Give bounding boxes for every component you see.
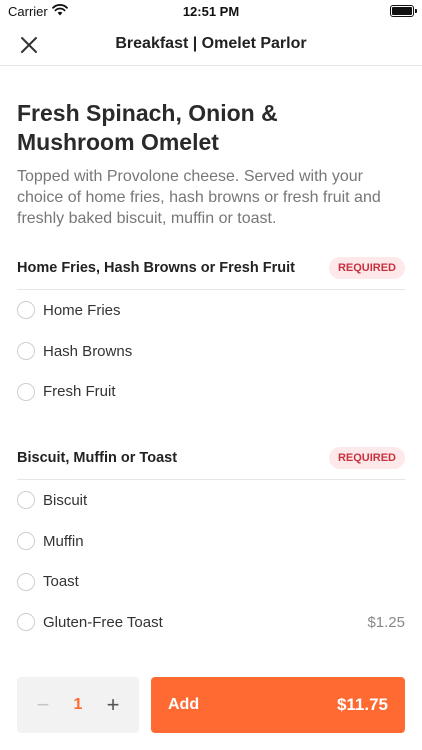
option-home-fries[interactable]: Home Fries: [17, 290, 405, 331]
item-description: Topped with Provolone cheese. Served wit…: [17, 168, 381, 227]
option-label: Biscuit: [43, 491, 88, 509]
option-label: Hash Browns: [43, 342, 133, 360]
radio-button[interactable]: [17, 572, 35, 591]
option-label: Gluten-Free Toast: [43, 613, 163, 631]
option-group-bread: Biscuit, Muffin or Toast REQUIRED Biscui…: [17, 440, 405, 643]
add-button-price: $11.75: [336, 695, 388, 714]
radio-button[interactable]: [17, 532, 35, 551]
radio-button[interactable]: [17, 342, 35, 361]
status-bar: Carrier 12:51 PM: [0, 0, 422, 24]
add-button-label: Add: [168, 696, 200, 713]
option-group-title: Home Fries, Hash Browns or Fresh Fruit: [17, 260, 295, 276]
option-label: Toast: [43, 573, 79, 591]
option-hash-browns[interactable]: Hash Browns: [17, 331, 405, 372]
status-time: 12:51 PM: [182, 4, 240, 19]
option-gluten-free-toast[interactable]: Gluten-Free Toast $1.25: [17, 602, 405, 643]
option-price: $1.25: [367, 613, 405, 631]
option-label: Fresh Fruit: [43, 383, 116, 401]
order-footer: − 1 + Add $11.75: [0, 676, 422, 750]
option-group-title: Biscuit, Muffin or Toast: [17, 450, 178, 466]
battery-icon: [390, 5, 417, 17]
option-muffin[interactable]: Muffin: [17, 521, 405, 562]
item-title: Fresh Spinach, Onion & Mushroom Omelet: [17, 100, 278, 155]
nav-title: Breakfast | Omelet Parlor: [115, 35, 307, 52]
option-group-sides: Home Fries, Hash Browns or Fresh Fruit R…: [17, 250, 405, 412]
option-toast[interactable]: Toast: [17, 561, 405, 602]
option-label: Muffin: [43, 532, 84, 550]
radio-button[interactable]: [17, 382, 35, 401]
quantity-value: 1: [73, 696, 83, 713]
required-badge: REQUIRED: [328, 257, 405, 279]
radio-button[interactable]: [17, 301, 35, 320]
add-to-order-button[interactable]: Add $11.75: [151, 677, 405, 733]
option-biscuit[interactable]: Biscuit: [17, 480, 405, 521]
required-badge: REQUIRED: [328, 447, 405, 469]
option-label: Home Fries: [43, 301, 121, 319]
radio-button[interactable]: [17, 491, 35, 510]
option-group-header: Biscuit, Muffin or Toast REQUIRED: [17, 440, 405, 480]
option-fresh-fruit[interactable]: Fresh Fruit: [17, 371, 405, 412]
quantity-stepper: − 1 +: [17, 677, 139, 733]
decrement-button[interactable]: −: [27, 689, 59, 721]
radio-button[interactable]: [17, 613, 35, 632]
option-group-header: Home Fries, Hash Browns or Fresh Fruit R…: [17, 250, 405, 290]
increment-button[interactable]: +: [97, 689, 129, 721]
nav-bar: Breakfast | Omelet Parlor: [0, 24, 422, 66]
